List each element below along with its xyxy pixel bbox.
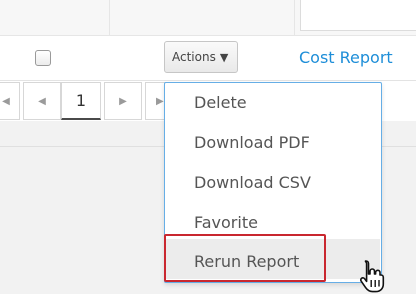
report-name-link[interactable]: Cost Report — [299, 48, 393, 67]
first-page-button[interactable]: ◀ — [0, 82, 20, 120]
menu-item-delete[interactable]: Delete — [194, 93, 247, 112]
previous-page-button[interactable]: ◀ — [23, 82, 61, 120]
menu-item-download-csv[interactable]: Download CSV — [194, 173, 311, 192]
page-number-button[interactable]: 1 — [61, 82, 101, 120]
menu-item-download-pdf[interactable]: Download PDF — [194, 133, 310, 152]
chevron-right-icon: ▶ — [119, 95, 127, 107]
caret-down-icon: ▼ — [219, 50, 229, 64]
actions-label: Actions — [172, 50, 216, 64]
hand-pointer-cursor-icon — [359, 260, 385, 293]
double-left-icon: ◀ — [2, 95, 10, 107]
row-select-checkbox[interactable] — [35, 50, 51, 66]
actions-dropdown-button[interactable]: Actions ▼ — [164, 41, 238, 73]
table-row: Actions ▼ Cost Report — [0, 36, 416, 81]
column-divider — [109, 0, 110, 35]
menu-item-favorite[interactable]: Favorite — [194, 213, 258, 232]
chevron-left-icon: ◀ — [38, 95, 46, 107]
annotation-highlight-box — [164, 234, 326, 282]
previous-row-cell — [300, 0, 416, 31]
column-divider — [294, 0, 295, 35]
next-page-button[interactable]: ▶ — [104, 82, 142, 120]
double-right-icon: ▶ — [156, 95, 164, 107]
